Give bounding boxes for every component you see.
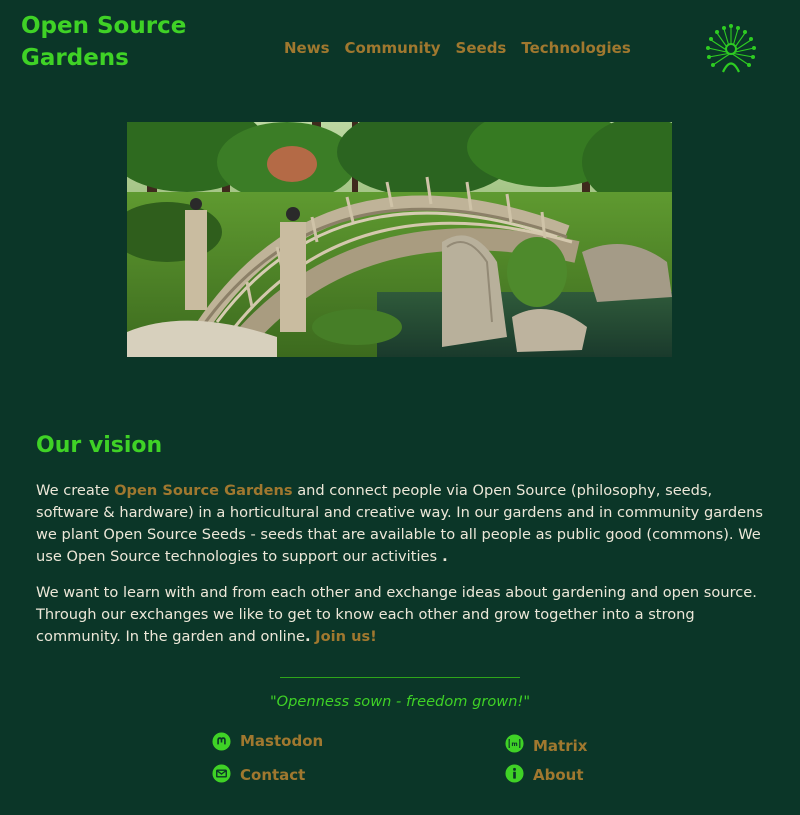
about-link[interactable]: About [505,762,584,785]
contact-label: Contact [240,766,306,784]
vision-p1-end: . [437,548,448,565]
motto: "Openness sown - freedom grown!" [269,693,531,710]
matrix-label: Matrix [533,737,588,755]
vision-heading: Our vision [36,433,163,458]
info-icon [505,764,524,783]
join-us-link[interactable]: Join us! [315,628,377,645]
site-title-line-2: Gardens [21,45,129,71]
about-label: About [533,766,584,784]
contact-link[interactable]: Contact [212,762,305,785]
site-title-line-1: Open Source [21,13,187,39]
nav-news-link[interactable]: News [284,38,330,58]
mastodon-link[interactable]: Mastodon [212,731,323,751]
svg-text:m: m [511,741,517,748]
site-title[interactable]: Open Source Gardens [21,10,186,74]
main-nav: News Community Seeds Technologies [284,38,631,58]
vision-paragraph-1: We create Open Source Gardens and connec… [36,480,766,568]
mastodon-icon [212,731,231,751]
vision-p2-dot: . [304,628,311,645]
vision-paragraph-2: We want to learn with and from each othe… [36,582,766,648]
nav-community-link[interactable]: Community [345,38,441,58]
open-source-gardens-highlight: Open Source Gardens [114,482,293,499]
vision-p1-start: We create [36,482,115,499]
nav-technologies-link[interactable]: Technologies [521,38,630,58]
vision-p2-text: We want to learn with and from each othe… [36,584,757,645]
matrix-icon: m [505,734,524,753]
nav-seeds-link[interactable]: Seeds [456,38,507,58]
matrix-link[interactable]: m Matrix [505,731,587,756]
mail-icon [212,764,231,783]
mastodon-label: Mastodon [240,732,324,750]
footer-divider [280,677,520,678]
garden-bridge-image [127,122,672,357]
dandelion-person-icon[interactable] [700,15,762,75]
